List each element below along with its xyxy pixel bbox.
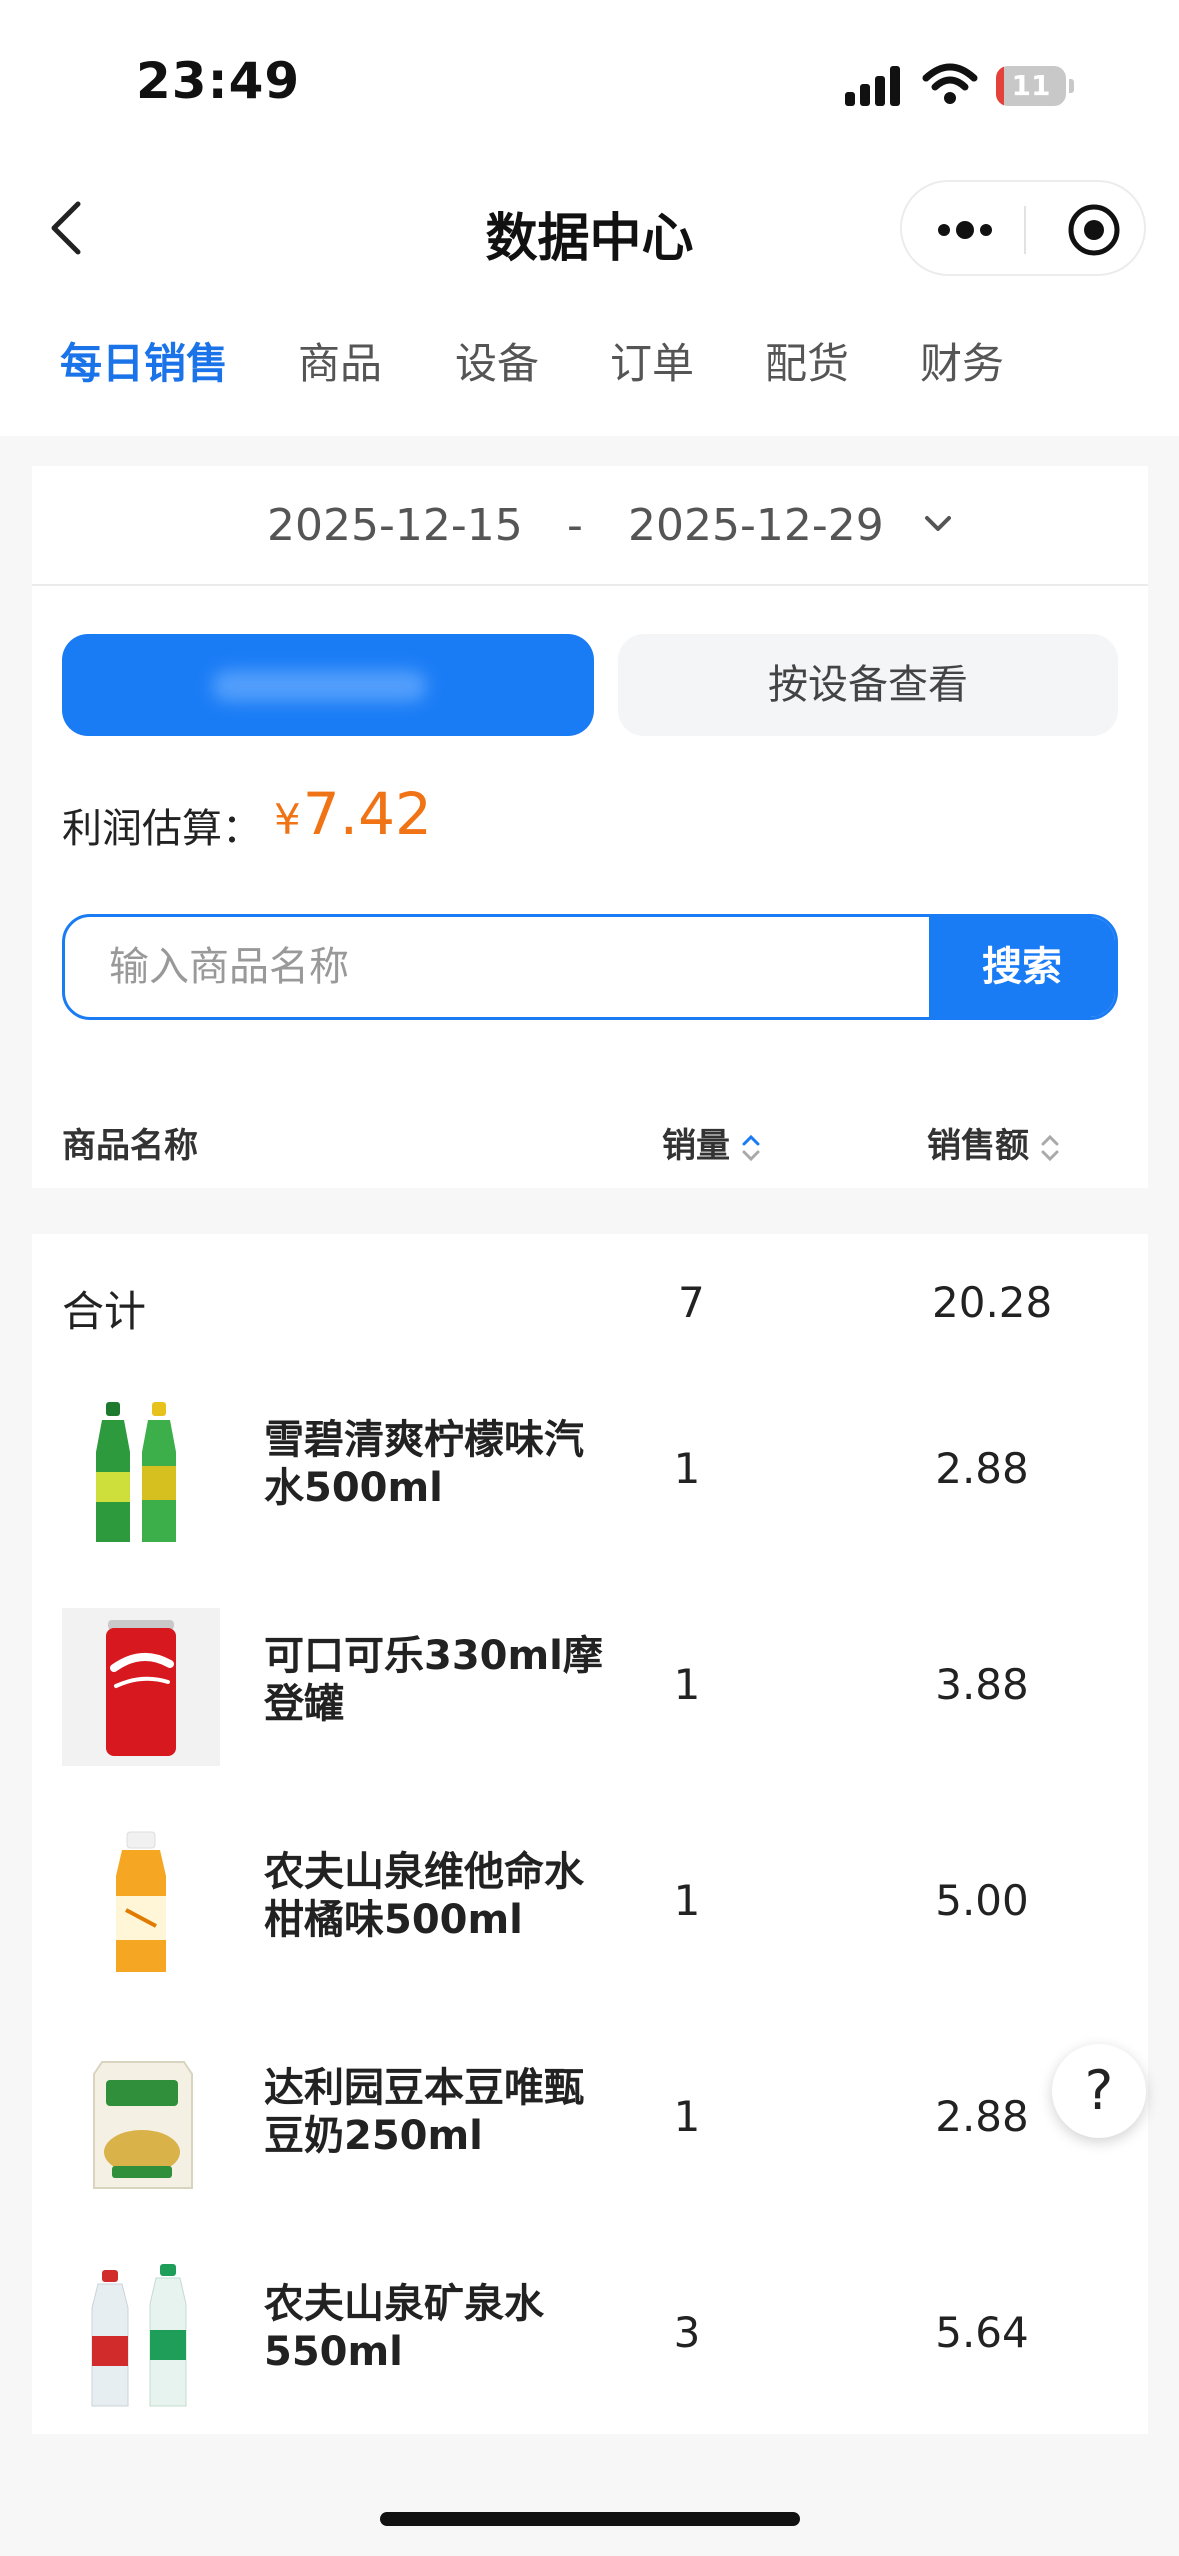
- table-row[interactable]: 可口可乐330ml摩登罐 1 3.88: [32, 1580, 1148, 1796]
- tab-bar: 每日销售 商品 设备 订单 配货 财务: [0, 330, 1179, 400]
- tab-orders[interactable]: 订单: [610, 330, 694, 391]
- profit-value: ¥7.42: [274, 780, 432, 848]
- status-time: 23:49: [136, 52, 301, 110]
- product-name: 雪碧清爽柠檬味汽水500ml: [264, 1417, 584, 1511]
- water-bottles-icon: [62, 2256, 220, 2414]
- sales-list: 合计 7 20.28 雪碧清爽柠檬味汽水500ml 1 2.88 可口可乐330…: [32, 1234, 1148, 2434]
- product-qty: 1: [673, 1876, 701, 1925]
- sort-icon[interactable]: [740, 1131, 762, 1165]
- view-by-product-button[interactable]: [62, 634, 594, 736]
- product-qty: 1: [673, 1444, 701, 1493]
- currency-symbol: ¥: [274, 795, 301, 844]
- home-indicator: [380, 2512, 800, 2526]
- tab-finance[interactable]: 财务: [920, 330, 1004, 391]
- product-amount: 5.00: [935, 1876, 1029, 1925]
- battery-icon: 11: [996, 66, 1074, 106]
- tab-devices[interactable]: 设备: [455, 330, 539, 391]
- date-start[interactable]: 2025-12-15: [267, 500, 523, 551]
- sprite-bottles-icon: [62, 1392, 220, 1550]
- table-row[interactable]: 雪碧清爽柠檬味汽水500ml 1 2.88: [32, 1364, 1148, 1580]
- date-end[interactable]: 2025-12-29: [628, 500, 884, 551]
- table-row[interactable]: 农夫山泉维他命水柑橘味500ml 1 5.00: [32, 1796, 1148, 2012]
- filter-card: 2025-12-15 - 2025-12-29 按设备查看 利润估算： ¥7.4…: [32, 466, 1148, 1188]
- date-separator: -: [567, 500, 583, 551]
- total-label: 合计: [62, 1287, 147, 1336]
- capsule-divider: [1024, 206, 1026, 254]
- product-amount: 3.88: [935, 1660, 1029, 1709]
- close-miniprogram-icon[interactable]: [1066, 202, 1122, 258]
- profit-label: 利润估算：: [62, 806, 262, 852]
- product-qty: 1: [673, 1660, 701, 1709]
- search-input[interactable]: [65, 917, 903, 1017]
- product-amount: 2.88: [935, 1444, 1029, 1493]
- tab-products[interactable]: 商品: [298, 330, 382, 391]
- table-row[interactable]: 达利园豆本豆唯甄豆奶250ml 1 2.88: [32, 2012, 1148, 2228]
- product-amount: 5.64: [935, 2308, 1029, 2357]
- total-amount: 20.28: [932, 1278, 1053, 1327]
- tab-distribution[interactable]: 配货: [765, 330, 849, 391]
- chevron-down-icon[interactable]: [922, 512, 954, 536]
- product-qty: 1: [673, 2092, 701, 2141]
- help-button[interactable]: ?: [1052, 2044, 1146, 2138]
- tab-daily-sales[interactable]: 每日销售: [60, 330, 228, 391]
- header-qty[interactable]: 销量: [662, 1118, 762, 1167]
- search-bar: 搜索: [62, 914, 1118, 1020]
- header-amount[interactable]: 销售额: [927, 1118, 1061, 1167]
- search-button[interactable]: 搜索: [929, 917, 1115, 1017]
- vitamin-water-icon: [62, 1824, 220, 1982]
- profit-amount: 7.42: [302, 780, 432, 848]
- product-name: 可口可乐330ml摩登罐: [264, 1633, 603, 1727]
- coke-can-icon: [62, 1608, 220, 1766]
- product-qty: 3: [673, 2308, 701, 2357]
- cellular-signal-icon: [845, 66, 903, 106]
- miniprogram-capsule: [900, 180, 1146, 276]
- date-range-picker[interactable]: 2025-12-15 - 2025-12-29: [32, 466, 1148, 586]
- total-qty: 7: [678, 1278, 705, 1327]
- product-name: 农夫山泉维他命水柑橘味500ml: [264, 1849, 584, 1943]
- product-name: 达利园豆本豆唯甄豆奶250ml: [264, 2065, 584, 2159]
- sort-icon[interactable]: [1039, 1131, 1061, 1165]
- view-by-device-button[interactable]: 按设备查看: [618, 634, 1118, 736]
- more-icon[interactable]: [936, 212, 994, 248]
- soy-milk-carton-icon: [62, 2040, 220, 2198]
- header-qty-label: 销量: [662, 1126, 730, 1166]
- battery-level: 11: [1011, 69, 1051, 102]
- table-row[interactable]: 农夫山泉矿泉水550ml 3 5.64: [32, 2228, 1148, 2444]
- blurred-button-label: [212, 670, 427, 702]
- header-amount-label: 销售额: [927, 1126, 1029, 1166]
- product-name: 农夫山泉矿泉水550ml: [264, 2281, 544, 2375]
- wifi-icon: [922, 63, 978, 104]
- header-product-name: 商品名称: [62, 1126, 198, 1166]
